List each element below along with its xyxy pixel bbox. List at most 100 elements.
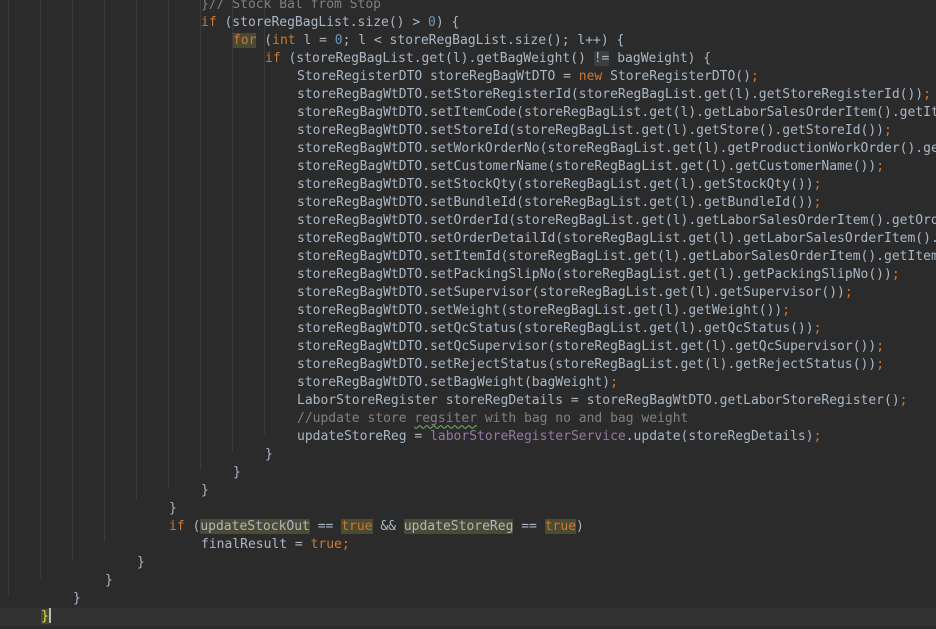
code-token: } <box>41 609 49 624</box>
code-line[interactable]: storeRegBagWtDTO.setQcSupervisor(storeRe… <box>0 338 936 356</box>
code-line[interactable]: storeRegBagWtDTO.setOrderId(storeRegBagL… <box>0 212 936 230</box>
code-token: }// Stock Bal from Stop <box>201 0 382 12</box>
code-token: ; <box>891 267 900 282</box>
code-line[interactable]: storeRegBagWtDTO.setWorkOrderNo(storeReg… <box>0 140 936 158</box>
code-line[interactable]: storeRegBagWtDTO.setQcStatus(storeRegBag… <box>0 320 936 338</box>
code-token: 0 <box>427 15 436 30</box>
code-line[interactable]: if (storeRegBagList.size() > 0) { <box>0 14 936 32</box>
code-token: ; <box>884 123 892 138</box>
code-token: true <box>310 537 342 552</box>
code-token: ; <box>876 339 885 354</box>
code-line[interactable]: } <box>0 572 936 590</box>
code-line[interactable]: } <box>0 590 936 608</box>
code-token: storeRegBagWtDTO.setStockQty(storeRegBag… <box>297 177 814 192</box>
code-token: ; <box>876 159 885 174</box>
code-token: } <box>201 483 209 498</box>
code-token: storeRegBagWtDTO.setSupervisor(storeRegB… <box>297 285 845 300</box>
code-token: with bag no and bag weight <box>477 411 689 426</box>
code-token: ; <box>813 429 822 444</box>
code-editor[interactable]: }// Stock Bal from Stop if (storeRegBagLi… <box>0 0 936 629</box>
code-token: true <box>544 519 577 534</box>
code-token: ; <box>899 393 908 408</box>
code-token: } <box>105 573 113 588</box>
code-line[interactable]: if (updateStockOut == true && updateStor… <box>0 518 936 536</box>
code-line[interactable]: //update store regsiter with bag no and … <box>0 410 936 428</box>
code-token: ( <box>256 33 273 48</box>
code-token: ; <box>610 375 618 390</box>
code-line[interactable]: storeRegBagWtDTO.setBundleId(storeRegBag… <box>0 194 936 212</box>
code-token: storeRegBagWtDTO.setQcStatus(storeRegBag… <box>297 321 814 336</box>
code-token: if <box>169 519 185 534</box>
code-token: ; <box>876 357 885 372</box>
code-token: storeRegBagWtDTO.setOrderDetailId(storeR… <box>297 231 936 246</box>
code-token: ( <box>184 519 201 534</box>
code-line[interactable]: storeRegBagWtDTO.setStoreRegisterId(stor… <box>0 86 936 104</box>
code-line[interactable]: storeRegBagWtDTO.setPackingSlipNo(storeR… <box>0 266 936 284</box>
code-token: finalResult = <box>201 537 311 552</box>
code-token: laborStoreRegisterService <box>430 429 626 444</box>
code-line-current[interactable]: } <box>0 608 936 626</box>
code-line[interactable]: storeRegBagWtDTO.setStockQty(storeRegBag… <box>0 176 936 194</box>
code-token: storeRegBagWtDTO.setStoreRegisterId(stor… <box>297 87 924 102</box>
code-token: storeRegBagWtDTO.setItemId(storeRegBagLi… <box>297 249 936 264</box>
code-token: updateStockOut <box>200 519 310 534</box>
code-line[interactable]: storeRegBagWtDTO.setItemId(storeRegBagLi… <box>0 248 936 266</box>
code-token: int <box>272 33 296 48</box>
code-token: LaborStoreRegister storeRegDetails = sto… <box>297 393 900 408</box>
code-token: } <box>73 591 81 606</box>
code-token: } <box>137 555 145 570</box>
code-token: == <box>513 519 545 534</box>
code-line[interactable]: StoreRegisterDTO storeRegBagWtDTO = new … <box>0 68 936 86</box>
code-token: l = <box>295 33 335 48</box>
code-token: storeRegBagWtDTO.setStoreId(storeRegBagL… <box>297 123 884 138</box>
code-token: ; <box>813 321 822 336</box>
code-token: StoreRegisterDTO storeRegBagWtDTO = <box>297 69 579 84</box>
code-token: bagWeight) { <box>609 51 712 66</box>
code-line[interactable]: storeRegBagWtDTO.setBagWeight(bagWeight)… <box>0 374 936 392</box>
code-line[interactable]: if (storeRegBagList.get(l).getBagWeight(… <box>0 50 936 68</box>
code-token: } <box>265 447 273 462</box>
code-token: ) <box>576 519 584 534</box>
code-token: storeRegBagWtDTO.setQcSupervisor(storeRe… <box>297 339 877 354</box>
code-token: storeRegBagWtDTO.setBagWeight(bagWeight) <box>297 375 611 390</box>
code-token: ) { <box>435 15 460 30</box>
code-line[interactable]: storeRegBagWtDTO.setSupervisor(storeRegB… <box>0 284 936 302</box>
code-line[interactable]: } <box>0 464 936 482</box>
code-token: storeRegBagWtDTO.setWeight(storeRegBagLi… <box>297 303 783 318</box>
code-token: storeRegBagWtDTO.setRejectStatus(storeRe… <box>297 357 877 372</box>
code-token: storeRegBagWtDTO.setWorkOrderNo(storeReg… <box>297 141 936 156</box>
code-token: storeRegBagWtDTO.setBundleId(storeRegBag… <box>297 195 814 210</box>
code-line[interactable]: for (int l = 0; l < storeRegBagList.size… <box>0 32 936 50</box>
code-line[interactable]: storeRegBagWtDTO.setCustomerName(storeRe… <box>0 158 936 176</box>
code-token: regsiter <box>414 411 478 426</box>
code-line[interactable]: storeRegBagWtDTO.setRejectStatus(storeRe… <box>0 356 936 374</box>
code-token: ; l < storeRegBagList.size(); l++) { <box>342 33 625 48</box>
code-line[interactable]: LaborStoreRegister storeRegDetails = sto… <box>0 392 936 410</box>
code-token: updateStoreReg = <box>297 429 431 444</box>
code-line[interactable]: updateStoreReg = laborStoreRegisterServi… <box>0 428 936 446</box>
code-token: StoreRegisterDTO() <box>602 69 751 84</box>
code-token: new <box>578 69 603 84</box>
code-line[interactable]: } <box>0 482 936 500</box>
code-token: (storeRegBagList.size() > <box>216 15 428 30</box>
code-token: ; <box>844 285 853 300</box>
code-line[interactable]: storeRegBagWtDTO.setWeight(storeRegBagLi… <box>0 302 936 320</box>
code-token: .update(storeRegDetails) <box>625 429 814 444</box>
code-line[interactable]: } <box>0 500 936 518</box>
code-token: true <box>341 519 373 534</box>
code-line[interactable]: storeRegBagWtDTO.setStoreId(storeRegBagL… <box>0 122 936 140</box>
text-caret <box>48 608 51 623</box>
code-token: ; <box>813 177 822 192</box>
code-token: != <box>593 51 610 66</box>
code-line[interactable]: finalResult = true; <box>0 536 936 554</box>
code-token: ; <box>341 537 350 552</box>
code-token: //update store <box>297 411 415 426</box>
code-line[interactable]: }// Stock Bal from Stop <box>0 0 936 14</box>
code-token: ; <box>813 195 822 210</box>
code-line[interactable]: } <box>0 446 936 464</box>
code-line[interactable]: } <box>0 554 936 572</box>
code-line[interactable]: storeRegBagWtDTO.setOrderDetailId(storeR… <box>0 230 936 248</box>
code-line[interactable]: storeRegBagWtDTO.setItemCode(storeRegBag… <box>0 104 936 122</box>
code-token: && <box>372 519 404 534</box>
code-token: for <box>233 33 257 48</box>
